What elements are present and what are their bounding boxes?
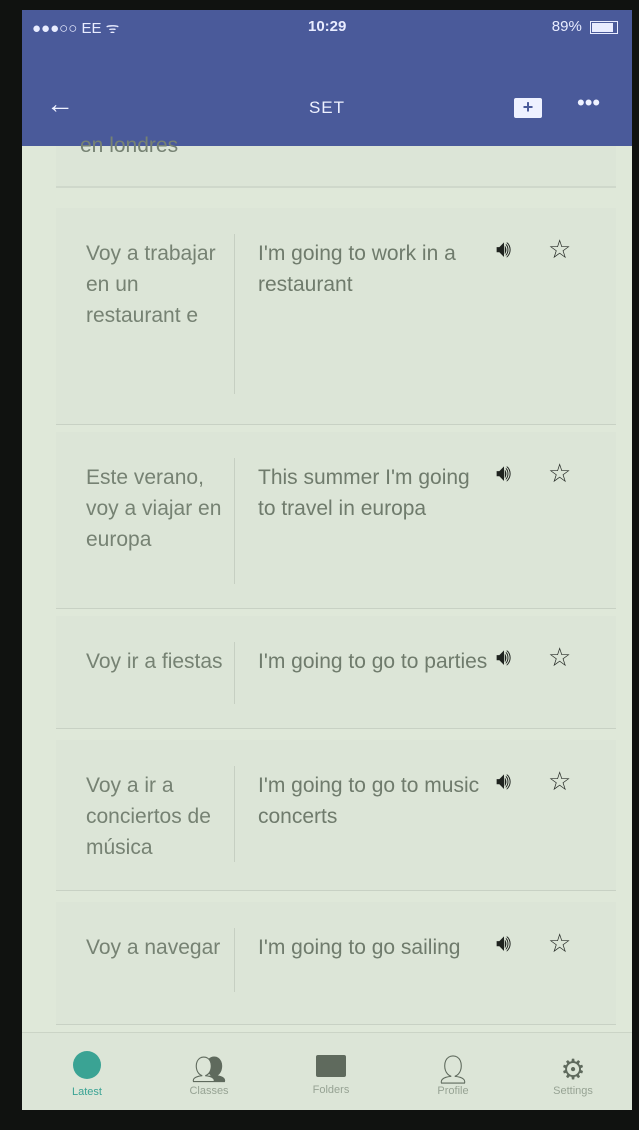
card-divider (234, 458, 235, 584)
tab-settings[interactable]: ⚙ Settings (518, 1033, 628, 1110)
clock-icon (73, 1051, 101, 1079)
folder-icon (316, 1055, 346, 1077)
term-card: Voy ir a fiestas I'm going to go to part… (56, 616, 616, 728)
tab-classes[interactable]: 👥︎ Classes (154, 1033, 264, 1110)
card-divider (234, 766, 235, 862)
partial-card-text: en londres (80, 134, 179, 157)
bottom-tab-bar: Latest 👥︎ Classes Folders 👤︎ Profile ⚙ S… (22, 1032, 632, 1110)
card-divider (234, 928, 235, 992)
battery-icon (590, 20, 618, 34)
battery-percent: 89% (551, 18, 582, 35)
battery-indicator: 89% (552, 18, 618, 35)
definition-text: I'm going to go to parties (258, 650, 488, 673)
tab-label: Latest (72, 1086, 102, 1098)
star-outline-icon[interactable]: ☆ (548, 766, 571, 797)
definition-text: I'm going to work in a restaurant (258, 242, 456, 296)
term-text: Este verano, voy a viajar en europa (86, 466, 222, 551)
carrier-signal: ●●●○○ EE ᯤ (32, 20, 120, 37)
star-outline-icon[interactable]: ☆ (548, 928, 571, 959)
tab-label: Classes (189, 1085, 229, 1097)
status-bar: ●●●○○ EE ᯤ 10:29 89% (22, 10, 632, 72)
person-icon: 👤︎ (435, 1054, 471, 1085)
term-card: Voy a trabajar en un restaurant e I'm go… (56, 208, 616, 424)
star-outline-icon[interactable]: ☆ (548, 642, 571, 673)
term-text: Voy a navegar (86, 936, 221, 959)
term-card: Voy a ir a conciertos de música I'm goin… (56, 740, 616, 890)
speaker-icon[interactable]: 🔊︎ (496, 644, 511, 672)
speaker-icon[interactable]: 🔊︎ (496, 236, 511, 264)
clock: 10:29 (308, 18, 347, 35)
term-text: Voy a trabajar en un restaurant e (86, 242, 216, 327)
card-divider (234, 234, 235, 394)
tab-label: Folders (312, 1084, 350, 1096)
tab-folders[interactable]: Folders (276, 1033, 386, 1110)
star-outline-icon[interactable]: ☆ (548, 234, 571, 265)
tab-label: Profile (437, 1085, 469, 1097)
definition-text: I'm going to go to music concerts (258, 774, 480, 828)
term-text: Voy ir a fiestas (86, 650, 223, 673)
definition-text: I'm going to go sailing (258, 936, 461, 959)
folder-plus-icon[interactable]: + (514, 97, 542, 118)
term-text: Voy a ir a conciertos de música (86, 774, 211, 859)
term-card: Este verano, voy a viajar en europa This… (56, 432, 616, 608)
tab-label: Settings (553, 1085, 593, 1097)
people-icon: 👥︎ (191, 1054, 227, 1085)
more-dots-icon[interactable]: ••• (577, 90, 600, 116)
card-divider (234, 642, 235, 704)
partial-card: en londres (56, 134, 616, 188)
tab-latest[interactable]: Latest (32, 1033, 142, 1110)
gear-icon: ⚙ (560, 1054, 586, 1085)
speaker-icon[interactable]: 🔊︎ (496, 930, 511, 958)
star-outline-icon[interactable]: ☆ (548, 458, 571, 489)
phone-screen: ●●●○○ EE ᯤ 10:29 89% ← SET + ••• en lond… (22, 10, 632, 1110)
speaker-icon[interactable]: 🔊︎ (496, 460, 511, 488)
definition-text: This summer I'm going to travel in europ… (258, 466, 470, 520)
speaker-icon[interactable]: 🔊︎ (496, 768, 511, 796)
term-card: Voy a navegar I'm going to go sailing 🔊︎… (56, 902, 616, 1024)
tab-profile[interactable]: 👤︎ Profile (398, 1033, 508, 1110)
